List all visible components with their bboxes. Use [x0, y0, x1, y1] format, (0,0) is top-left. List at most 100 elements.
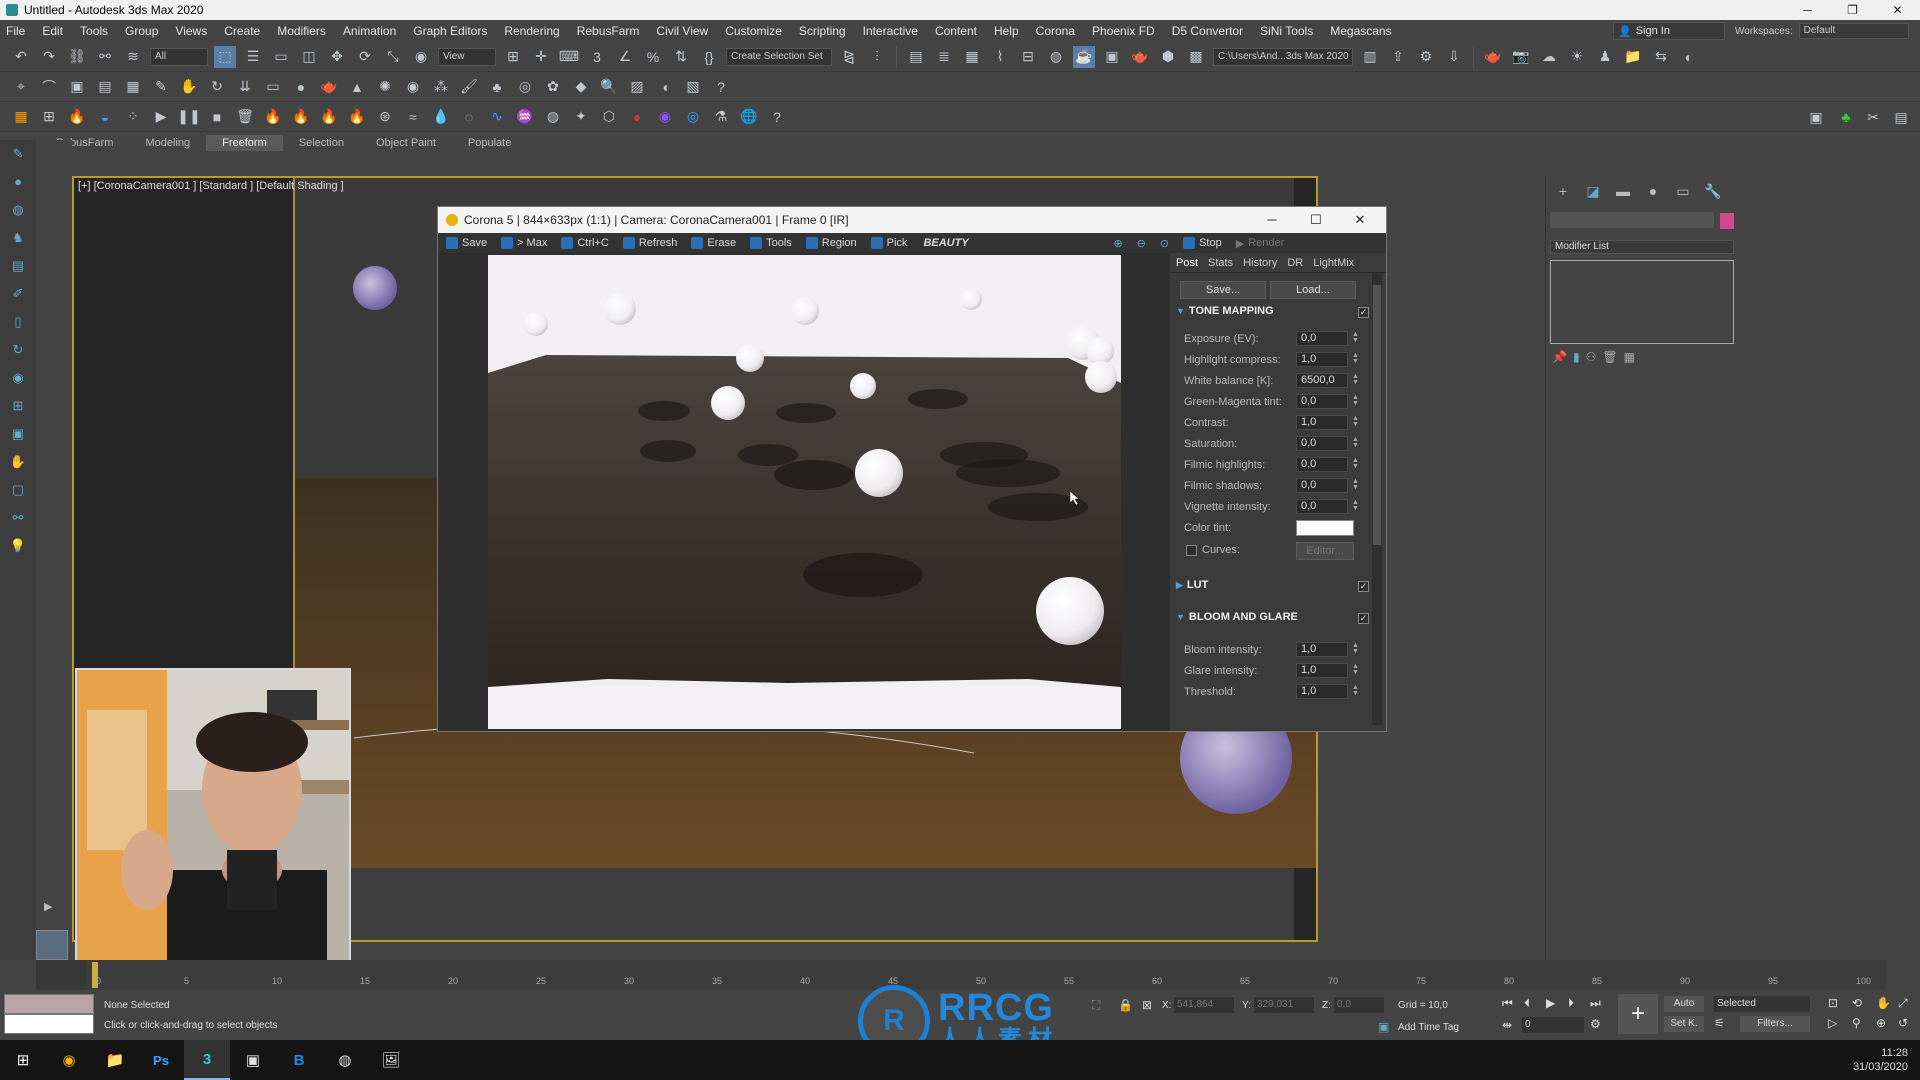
show-end-result-icon[interactable]: ▮	[1573, 350, 1580, 364]
new-key-button[interactable]: +	[1618, 994, 1658, 1034]
keyboard-shortcut-icon[interactable]: ⌨	[558, 46, 580, 68]
spinner-icon[interactable]: ▲ ▼	[1352, 457, 1359, 470]
object-color-swatch[interactable]	[1720, 213, 1734, 229]
post-save-button[interactable]: Save...	[1180, 281, 1266, 299]
undo-icon[interactable]: ↶	[10, 46, 32, 68]
wave-icon[interactable]: ∿	[486, 106, 508, 128]
tree-icon[interactable]: ♣	[486, 76, 508, 98]
schematic-view-icon[interactable]: ⊟	[1017, 46, 1039, 68]
arc-rotate-icon[interactable]: ⌒	[38, 76, 60, 98]
key-selection-dropdown[interactable]: Selected	[1714, 996, 1810, 1012]
snaps-toggle-icon[interactable]: 3	[586, 46, 608, 68]
obs-icon[interactable]: ◍	[322, 1040, 368, 1080]
box-primitive-icon[interactable]: ▣	[66, 76, 88, 98]
bloom-glare-header[interactable]: ▼ BLOOM AND GLARE	[1176, 611, 1298, 623]
pan-icon[interactable]: ✋	[1876, 996, 1891, 1010]
tab-freeform[interactable]: Freeform	[206, 135, 283, 151]
auto-key-button[interactable]: Auto	[1664, 996, 1704, 1012]
lut-header[interactable]: ▶ LUT	[1176, 579, 1208, 591]
corona-teapot-icon[interactable]: 🫖	[1482, 46, 1504, 68]
viewport-layout-button[interactable]	[36, 930, 68, 960]
vfb-region-button[interactable]: Region	[802, 237, 861, 249]
viewport-label[interactable]: [+] [CoronaCamera001 ] [Standard ] [Defa…	[78, 180, 344, 192]
calculator-icon[interactable]: ▤	[94, 76, 116, 98]
fov-icon[interactable]: ▷	[1828, 1016, 1837, 1030]
corona-camera-icon[interactable]: 📷	[1510, 46, 1532, 68]
vfb-refresh-button[interactable]: Refresh	[619, 237, 682, 249]
spinner-snap-icon[interactable]: ⇅	[670, 46, 692, 68]
create-tab-icon[interactable]: +	[1552, 180, 1574, 202]
fire-preset-2-icon[interactable]: 🔥	[290, 106, 312, 128]
menu-rendering[interactable]: Rendering	[504, 24, 559, 38]
isolate-icon[interactable]: 🔒	[1118, 998, 1133, 1012]
vfb-erase-button[interactable]: Erase	[687, 237, 740, 249]
menu-sini-tools[interactable]: SiNi Tools	[1260, 24, 1313, 38]
link-icon[interactable]: ⛓	[66, 46, 88, 68]
menu-d5-convertor[interactable]: D5 Convertor	[1172, 24, 1243, 38]
time-config-icon[interactable]: ⚙	[1590, 1017, 1601, 1031]
fire-preset-4-icon[interactable]: 🔥	[346, 106, 368, 128]
fire-preset-1-icon[interactable]: 🔥	[262, 106, 284, 128]
bloom-intensity-field[interactable]: 1,0	[1296, 642, 1348, 657]
plane-icon[interactable]: ▭	[262, 76, 284, 98]
menu-scripting[interactable]: Scripting	[799, 24, 846, 38]
remove-modifier-icon[interactable]: 🗑	[1602, 350, 1617, 364]
menu-tools[interactable]: Tools	[80, 24, 108, 38]
motion-tab-icon[interactable]: ●	[1642, 180, 1664, 202]
foam-icon[interactable]: ◍	[542, 106, 564, 128]
white-balance-field[interactable]: 6500,0	[1296, 373, 1348, 388]
plant-icon[interactable]: ✿	[542, 76, 564, 98]
create-icon[interactable]: ✎	[4, 146, 32, 168]
tab-dr[interactable]: DR	[1287, 257, 1303, 269]
scale-icon[interactable]: ⤡	[382, 46, 404, 68]
rebus-icon[interactable]: ▥	[1359, 46, 1381, 68]
render-icon[interactable]: ▣	[4, 426, 32, 448]
vfb-stop-button[interactable]: Stop	[1179, 237, 1226, 249]
play-icon[interactable]: ▶	[150, 106, 172, 128]
orbit-icon[interactable]: ↻	[4, 342, 32, 364]
bind-space-warp-icon[interactable]: ≋	[122, 46, 144, 68]
workspaces-selector[interactable]: Workspaces: Default	[1735, 22, 1915, 40]
phoenix-sim-icon[interactable]: ▦	[10, 106, 32, 128]
drop-icon[interactable]: 💧	[430, 106, 452, 128]
layer-icon[interactable]: ▧	[682, 76, 704, 98]
menu-help[interactable]: Help	[994, 24, 1019, 38]
teapot-icon[interactable]: 🫖	[318, 76, 340, 98]
scene-explorer-icon[interactable]: ▤	[905, 46, 927, 68]
render-production-icon[interactable]: 🫖	[1129, 46, 1151, 68]
unlink-icon[interactable]: ⚯	[94, 46, 116, 68]
pause-icon[interactable]: ❚❚	[177, 106, 200, 128]
corona-light-icon[interactable]: ☁	[1538, 46, 1560, 68]
animate-icon[interactable]: ♞	[4, 230, 32, 252]
redo-icon[interactable]: ↷	[38, 46, 60, 68]
play-icon[interactable]: ▶	[44, 900, 64, 918]
tab-stats[interactable]: Stats	[1208, 257, 1233, 269]
vfb-render-button[interactable]: ▶ Render	[1232, 237, 1289, 250]
vfb-tools-button[interactable]: Tools	[746, 237, 796, 249]
select-by-name-icon[interactable]: ☰	[242, 46, 264, 68]
menu-edit[interactable]: Edit	[42, 24, 63, 38]
tools-icon[interactable]: ✂	[1862, 106, 1884, 128]
hierarchy-tab-icon[interactable]: ▬	[1612, 180, 1634, 202]
corona-sun-icon[interactable]: ☀	[1566, 46, 1588, 68]
spinner-icon[interactable]: ▲ ▼	[1352, 394, 1359, 407]
angle-snap-icon[interactable]: ∠	[614, 46, 636, 68]
render-iterative-icon[interactable]: ⬢	[1157, 46, 1179, 68]
time-tag-icon[interactable]: ▣	[1378, 1020, 1389, 1034]
system-clock[interactable]: 11:28 31/03/2020	[1853, 1046, 1908, 1074]
contrast-field[interactable]: 1,0	[1296, 415, 1348, 430]
vortex-icon[interactable]: ◌	[458, 106, 480, 128]
menu-content[interactable]: Content	[935, 24, 977, 38]
color-tint-swatch[interactable]	[1296, 520, 1354, 536]
menu-interactive[interactable]: Interactive	[863, 24, 918, 38]
percent-snap-icon[interactable]: %	[642, 46, 664, 68]
menu-animation[interactable]: Animation	[343, 24, 396, 38]
rectangular-selection-icon[interactable]: ▭	[270, 46, 292, 68]
curves-checkbox[interactable]	[1186, 545, 1197, 556]
walk-icon[interactable]: ⚲	[1852, 1016, 1861, 1030]
vignette-intensity-field[interactable]: 0,0	[1296, 499, 1348, 514]
set-key-button[interactable]: Set K.	[1664, 1016, 1704, 1032]
hand-icon[interactable]: ✋	[178, 76, 200, 98]
render-setup-icon[interactable]: ☕	[1073, 45, 1095, 68]
modify-tab-icon[interactable]: ◪	[1582, 180, 1604, 202]
